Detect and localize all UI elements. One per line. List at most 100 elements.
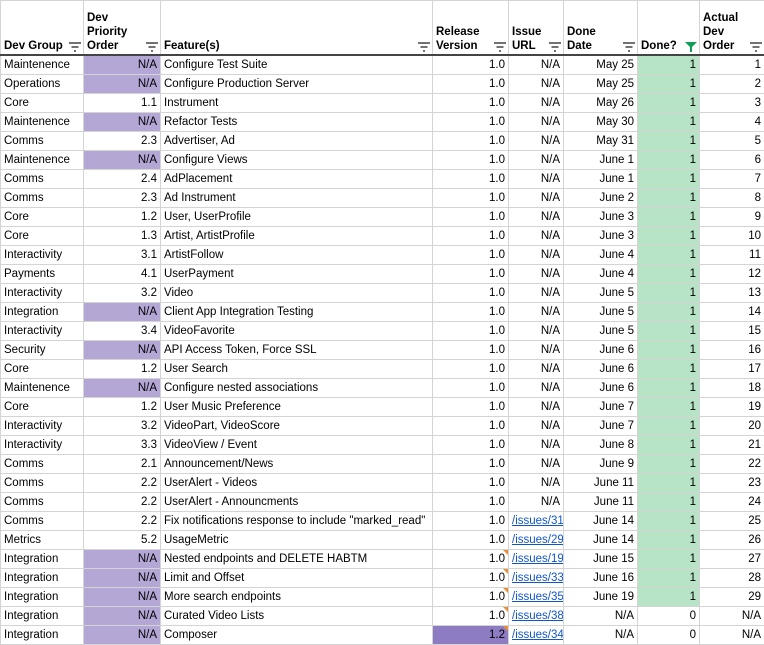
filter-icon[interactable]: [750, 42, 762, 52]
cell-done-date[interactable]: June 16: [564, 569, 638, 588]
filter-icon[interactable]: [494, 42, 506, 52]
cell-dev-group[interactable]: Integration: [1, 550, 84, 569]
cell-release-version[interactable]: 1.0: [433, 607, 509, 626]
cell-done-date[interactable]: June 5: [564, 322, 638, 341]
cell-release-version[interactable]: 1.0: [433, 227, 509, 246]
cell-done-date[interactable]: N/A: [564, 607, 638, 626]
cell-dev-priority[interactable]: 2.3: [84, 132, 161, 151]
cell-dev-group[interactable]: Maintenence: [1, 113, 84, 132]
cell-actual-dev-order[interactable]: N/A: [700, 626, 764, 645]
cell-release-version[interactable]: 1.0: [433, 341, 509, 360]
cell-release-version[interactable]: 1.0: [433, 132, 509, 151]
cell-actual-dev-order[interactable]: 2: [700, 75, 764, 94]
cell-actual-dev-order[interactable]: 26: [700, 531, 764, 550]
cell-feature[interactable]: Configure Production Server: [161, 75, 433, 94]
cell-actual-dev-order[interactable]: 9: [700, 208, 764, 227]
cell-actual-dev-order[interactable]: 4: [700, 113, 764, 132]
cell-dev-priority[interactable]: N/A: [84, 569, 161, 588]
cell-done[interactable]: 1: [638, 303, 700, 322]
cell-feature[interactable]: Limit and Offset: [161, 569, 433, 588]
cell-dev-group[interactable]: Comms: [1, 189, 84, 208]
cell-done-date[interactable]: June 19: [564, 588, 638, 607]
cell-actual-dev-order[interactable]: 3: [700, 94, 764, 113]
cell-dev-priority[interactable]: 3.3: [84, 436, 161, 455]
cell-actual-dev-order[interactable]: 22: [700, 455, 764, 474]
cell-actual-dev-order[interactable]: 25: [700, 512, 764, 531]
cell-feature[interactable]: Instrument: [161, 94, 433, 113]
cell-dev-group[interactable]: Maintenence: [1, 379, 84, 398]
cell-release-version[interactable]: 1.0: [433, 55, 509, 75]
cell-dev-group[interactable]: Integration: [1, 569, 84, 588]
cell-actual-dev-order[interactable]: 23: [700, 474, 764, 493]
cell-done-date[interactable]: June 15: [564, 550, 638, 569]
cell-release-version[interactable]: 1.0: [433, 588, 509, 607]
filter-icon[interactable]: [69, 42, 81, 52]
cell-actual-dev-order[interactable]: 7: [700, 170, 764, 189]
cell-issue-url[interactable]: N/A: [509, 265, 564, 284]
cell-done[interactable]: 1: [638, 246, 700, 265]
cell-dev-priority[interactable]: 4.1: [84, 265, 161, 284]
cell-feature[interactable]: VideoView / Event: [161, 436, 433, 455]
cell-issue-url[interactable]: /issues/35: [509, 588, 564, 607]
cell-actual-dev-order[interactable]: 5: [700, 132, 764, 151]
cell-dev-priority[interactable]: N/A: [84, 607, 161, 626]
cell-done-date[interactable]: May 26: [564, 94, 638, 113]
cell-done-date[interactable]: June 11: [564, 493, 638, 512]
cell-dev-group[interactable]: Maintenence: [1, 55, 84, 75]
cell-done[interactable]: 1: [638, 531, 700, 550]
cell-dev-priority[interactable]: 2.1: [84, 455, 161, 474]
cell-dev-priority[interactable]: N/A: [84, 55, 161, 75]
cell-done[interactable]: 1: [638, 569, 700, 588]
cell-issue-url[interactable]: N/A: [509, 455, 564, 474]
cell-dev-priority[interactable]: 3.1: [84, 246, 161, 265]
filter-icon[interactable]: [418, 42, 430, 52]
cell-done-date[interactable]: June 1: [564, 151, 638, 170]
cell-done-date[interactable]: June 6: [564, 379, 638, 398]
cell-done-date[interactable]: June 9: [564, 455, 638, 474]
cell-issue-url[interactable]: N/A: [509, 360, 564, 379]
cell-done-date[interactable]: May 25: [564, 75, 638, 94]
cell-issue-url[interactable]: /issues/29: [509, 531, 564, 550]
cell-done[interactable]: 1: [638, 94, 700, 113]
cell-dev-group[interactable]: Core: [1, 208, 84, 227]
cell-dev-group[interactable]: Comms: [1, 474, 84, 493]
cell-done-date[interactable]: June 14: [564, 512, 638, 531]
cell-dev-priority[interactable]: 1.2: [84, 398, 161, 417]
cell-dev-group[interactable]: Comms: [1, 455, 84, 474]
cell-done[interactable]: 1: [638, 379, 700, 398]
cell-done-date[interactable]: June 5: [564, 303, 638, 322]
cell-dev-group[interactable]: Comms: [1, 170, 84, 189]
cell-feature[interactable]: UsageMetric: [161, 531, 433, 550]
cell-done-date[interactable]: June 4: [564, 265, 638, 284]
cell-dev-priority[interactable]: N/A: [84, 75, 161, 94]
cell-actual-dev-order[interactable]: 27: [700, 550, 764, 569]
cell-issue-url[interactable]: N/A: [509, 208, 564, 227]
cell-release-version[interactable]: 1.0: [433, 94, 509, 113]
cell-issue-url[interactable]: /issues/34: [509, 626, 564, 645]
cell-issue-url[interactable]: /issues/19: [509, 550, 564, 569]
cell-release-version[interactable]: 1.0: [433, 531, 509, 550]
cell-actual-dev-order[interactable]: 13: [700, 284, 764, 303]
cell-release-version[interactable]: 1.0: [433, 246, 509, 265]
cell-done[interactable]: 1: [638, 265, 700, 284]
cell-issue-url[interactable]: /issues/31: [509, 512, 564, 531]
cell-release-version[interactable]: 1.0: [433, 75, 509, 94]
cell-done-date[interactable]: June 5: [564, 284, 638, 303]
cell-issue-url[interactable]: N/A: [509, 379, 564, 398]
cell-dev-priority[interactable]: N/A: [84, 626, 161, 645]
cell-done-date[interactable]: June 2: [564, 189, 638, 208]
cell-done[interactable]: 1: [638, 113, 700, 132]
cell-dev-priority[interactable]: 2.3: [84, 189, 161, 208]
cell-actual-dev-order[interactable]: 8: [700, 189, 764, 208]
cell-actual-dev-order[interactable]: 12: [700, 265, 764, 284]
cell-done[interactable]: 1: [638, 189, 700, 208]
cell-issue-url[interactable]: N/A: [509, 75, 564, 94]
cell-done[interactable]: 1: [638, 55, 700, 75]
cell-dev-group[interactable]: Integration: [1, 607, 84, 626]
cell-feature[interactable]: Composer: [161, 626, 433, 645]
cell-done-date[interactable]: May 30: [564, 113, 638, 132]
cell-feature[interactable]: User Search: [161, 360, 433, 379]
cell-issue-url[interactable]: N/A: [509, 493, 564, 512]
cell-dev-group[interactable]: Core: [1, 398, 84, 417]
cell-actual-dev-order[interactable]: 1: [700, 55, 764, 75]
